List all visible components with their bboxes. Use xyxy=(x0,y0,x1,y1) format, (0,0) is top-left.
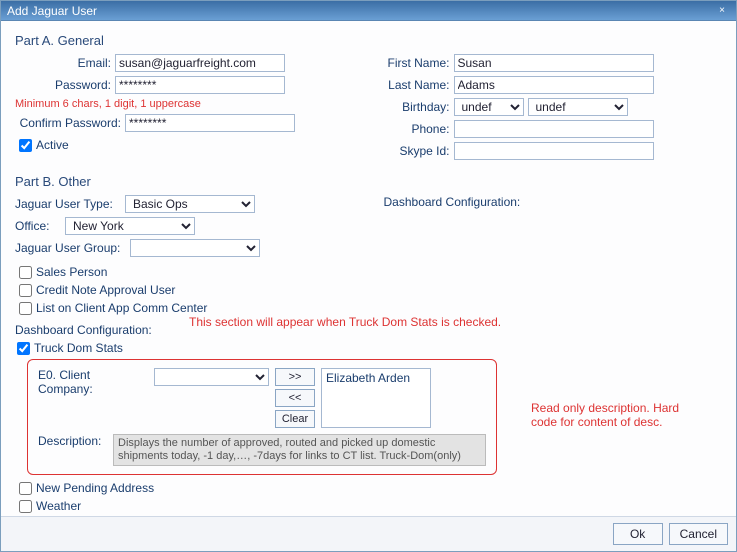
part-b-heading: Part B. Other xyxy=(15,174,722,189)
skype-input[interactable] xyxy=(454,142,654,160)
sales-person-checkbox[interactable] xyxy=(19,266,32,279)
first-name-label: First Name: xyxy=(384,56,454,70)
new-pending-checkbox[interactable] xyxy=(19,482,32,495)
dashboard-config-label-top: Dashboard Configuration: xyxy=(384,195,723,209)
user-type-select[interactable]: Basic Ops xyxy=(125,195,255,213)
last-name-input[interactable] xyxy=(454,76,654,94)
new-pending-label: New Pending Address xyxy=(36,481,154,495)
list-item[interactable]: Elizabeth Arden xyxy=(326,371,426,385)
birthday-day-select[interactable]: undef xyxy=(528,98,628,116)
titlebar: Add Jaguar User × xyxy=(1,1,736,21)
weather-label: Weather xyxy=(36,499,81,513)
password-hint: Minimum 6 chars, 1 digit, 1 uppercase xyxy=(15,98,354,110)
weather-checkbox[interactable] xyxy=(19,500,32,513)
selected-clients-listbox[interactable]: Elizabeth Arden xyxy=(321,368,431,428)
sales-person-label: Sales Person xyxy=(36,265,107,279)
annotation-readonly: Read only description. Hard code for con… xyxy=(531,401,691,429)
annotation-appear: This section will appear when Truck Dom … xyxy=(189,315,501,329)
list-comm-label: List on Client App Comm Center xyxy=(36,301,207,315)
active-label: Active xyxy=(36,138,69,152)
birthday-label: Birthday: xyxy=(384,100,454,114)
list-comm-checkbox[interactable] xyxy=(19,302,32,315)
description-label: Description: xyxy=(38,434,113,448)
phone-input[interactable] xyxy=(454,120,654,138)
confirm-password-label: Confirm Password: xyxy=(15,116,125,130)
birthday-month-select[interactable]: undef xyxy=(454,98,524,116)
credit-note-checkbox[interactable] xyxy=(19,284,32,297)
client-company-select[interactable] xyxy=(154,368,269,386)
clear-button[interactable]: Clear xyxy=(275,410,315,428)
user-group-select[interactable] xyxy=(130,239,260,257)
dialog-body: Part A. General Email: Password: Minimum… xyxy=(1,21,736,516)
user-type-label: Jaguar User Type: xyxy=(15,197,125,211)
password-label: Password: xyxy=(15,78,115,92)
close-icon[interactable]: × xyxy=(714,4,730,18)
office-label: Office: xyxy=(15,219,65,233)
description-value: Displays the number of approved, routed … xyxy=(113,434,486,466)
email-input[interactable] xyxy=(115,54,285,72)
cancel-button[interactable]: Cancel xyxy=(669,523,728,545)
truck-dom-label: Truck Dom Stats xyxy=(34,341,123,355)
skype-label: Skype Id: xyxy=(384,144,454,158)
email-label: Email: xyxy=(15,56,115,70)
truck-dom-config-box: E0. Client Company: >> << Clear Elizabet… xyxy=(27,359,497,475)
last-name-label: Last Name: xyxy=(384,78,454,92)
first-name-input[interactable] xyxy=(454,54,654,72)
password-input[interactable] xyxy=(115,76,285,94)
ok-button[interactable]: Ok xyxy=(613,523,663,545)
truck-dom-checkbox[interactable] xyxy=(17,342,30,355)
move-left-button[interactable]: << xyxy=(275,389,315,407)
window-title: Add Jaguar User xyxy=(7,1,97,21)
footer: Ok Cancel xyxy=(1,516,736,551)
move-right-button[interactable]: >> xyxy=(275,368,315,386)
part-a-heading: Part A. General xyxy=(15,33,722,48)
dialog: Add Jaguar User × Part A. General Email:… xyxy=(0,0,737,552)
office-select[interactable]: New York xyxy=(65,217,195,235)
active-checkbox[interactable] xyxy=(19,139,32,152)
user-group-label: Jaguar User Group: xyxy=(15,241,130,255)
credit-note-label: Credit Note Approval User xyxy=(36,283,175,297)
confirm-password-input[interactable] xyxy=(125,114,295,132)
client-company-label: E0. Client Company: xyxy=(38,368,148,396)
phone-label: Phone: xyxy=(384,122,454,136)
